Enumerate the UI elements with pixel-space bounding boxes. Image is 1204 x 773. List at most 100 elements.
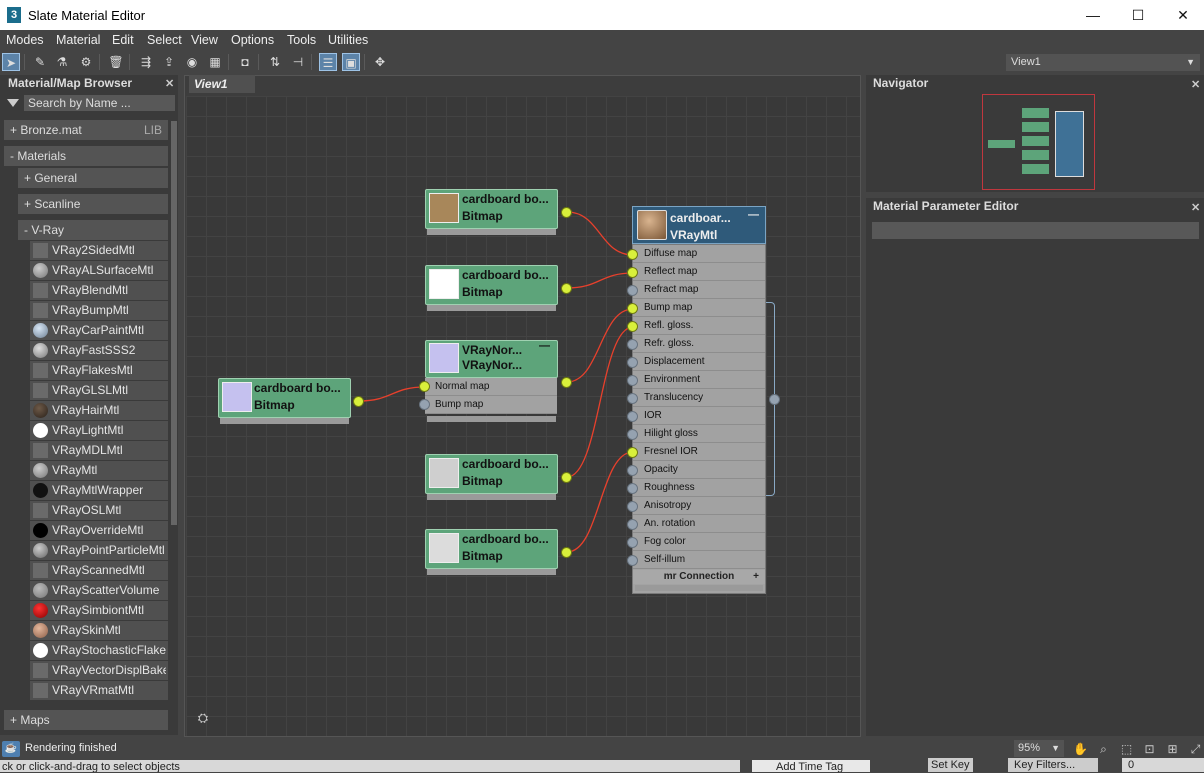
node-title: cardboard bo... bbox=[462, 532, 549, 546]
chevron-down-icon: ▼ bbox=[1051, 743, 1060, 753]
node-subtitle: VRayNor... bbox=[462, 358, 523, 372]
map-thumbnail bbox=[429, 269, 459, 299]
node-title: cardboard bo... bbox=[462, 192, 549, 206]
input-socket[interactable] bbox=[627, 501, 638, 512]
input-socket[interactable] bbox=[627, 537, 638, 548]
navigator-node bbox=[1022, 164, 1049, 174]
output-socket[interactable] bbox=[561, 283, 572, 294]
input-socket[interactable] bbox=[627, 411, 638, 422]
input-socket[interactable] bbox=[627, 303, 638, 314]
input-socket[interactable] bbox=[627, 375, 638, 386]
maximize-view-icon[interactable]: ⤢ bbox=[1187, 741, 1204, 757]
slot-roughness[interactable]: Roughness bbox=[633, 479, 765, 497]
wire bbox=[566, 272, 634, 289]
mr-connection-label: mr Connection bbox=[663, 571, 735, 582]
input-socket[interactable] bbox=[627, 465, 638, 476]
output-socket[interactable] bbox=[561, 377, 572, 388]
set-key-button[interactable]: Set Key bbox=[928, 758, 973, 772]
slot-an-rotation[interactable]: An. rotation bbox=[633, 515, 765, 533]
pan-hand-icon[interactable]: ✋ bbox=[1072, 741, 1089, 757]
collapse-icon[interactable]: — bbox=[539, 340, 550, 352]
slot-anisotropy[interactable]: Anisotropy bbox=[633, 497, 765, 515]
bitmap-node[interactable]: cardboard bo... Bitmap bbox=[425, 454, 558, 502]
slot-normal-map[interactable]: Normal map bbox=[425, 378, 557, 396]
input-socket[interactable] bbox=[627, 249, 638, 260]
slot-bump-map[interactable]: Bump map bbox=[633, 299, 765, 317]
key-filters-button[interactable]: Key Filters... bbox=[1008, 758, 1098, 772]
slot-refr-gloss[interactable]: Refr. gloss. bbox=[633, 335, 765, 353]
navigator-node bbox=[1022, 150, 1049, 160]
wire bbox=[566, 308, 634, 383]
slot-bump-map[interactable]: Bump map bbox=[425, 396, 557, 414]
plus-icon: + bbox=[753, 571, 759, 582]
slot-fog-color[interactable]: Fog color bbox=[633, 533, 765, 551]
add-time-tag[interactable]: Add Time Tag bbox=[752, 760, 870, 772]
input-socket[interactable] bbox=[627, 357, 638, 368]
input-socket[interactable] bbox=[627, 447, 638, 458]
node-subtitle: Bitmap bbox=[462, 209, 503, 223]
input-socket[interactable] bbox=[627, 519, 638, 530]
vraynormalmap-node[interactable]: VRayNor... VRayNor... — Normal map Bump … bbox=[425, 340, 558, 426]
navigator-node bbox=[1022, 122, 1049, 132]
close-icon[interactable]: ✕ bbox=[1191, 78, 1200, 91]
navigator-node bbox=[1055, 111, 1084, 177]
bitmap-node[interactable]: cardboard bo... Bitmap bbox=[425, 265, 558, 313]
node-title: cardboar... bbox=[670, 211, 731, 225]
input-socket[interactable] bbox=[419, 381, 430, 392]
node-footer bbox=[427, 494, 556, 500]
slot-refract-map[interactable]: Refract map bbox=[633, 281, 765, 299]
input-socket[interactable] bbox=[627, 267, 638, 278]
navigator-node bbox=[988, 140, 1015, 148]
wire bbox=[566, 326, 634, 478]
slot-diffuse-map[interactable]: Diffuse map bbox=[633, 245, 765, 263]
output-socket[interactable] bbox=[769, 394, 780, 405]
zoom-region-icon[interactable]: ⬚ bbox=[1118, 741, 1135, 757]
slot-displacement[interactable]: Displacement bbox=[633, 353, 765, 371]
close-icon[interactable]: ✕ bbox=[1191, 201, 1200, 214]
slot-environment[interactable]: Environment bbox=[633, 371, 765, 389]
material-thumbnail bbox=[637, 210, 667, 240]
input-socket[interactable] bbox=[627, 321, 638, 332]
zoom-extents-icon[interactable]: ⊡ bbox=[1141, 741, 1158, 757]
slot-reflect-map[interactable]: Reflect map bbox=[633, 263, 765, 281]
output-socket[interactable] bbox=[561, 547, 572, 558]
binoculars-icon[interactable]: ⛭ bbox=[194, 710, 212, 728]
input-socket[interactable] bbox=[627, 555, 638, 566]
parameter-name-field[interactable] bbox=[872, 222, 1199, 239]
input-socket[interactable] bbox=[627, 393, 638, 404]
slot-ior[interactable]: IOR bbox=[633, 407, 765, 425]
input-socket[interactable] bbox=[627, 339, 638, 350]
bitmap-node[interactable]: cardboard bo... Bitmap bbox=[425, 189, 558, 237]
output-socket[interactable] bbox=[353, 396, 364, 407]
slot-translucency[interactable]: Translucency bbox=[633, 389, 765, 407]
node-title: cardboard bo... bbox=[462, 457, 549, 471]
slot-fresnel-ior[interactable]: Fresnel IOR bbox=[633, 443, 765, 461]
slot-self-illum[interactable]: Self-illum bbox=[633, 551, 765, 569]
input-socket[interactable] bbox=[627, 429, 638, 440]
input-socket[interactable] bbox=[627, 483, 638, 494]
node-title: cardboard bo... bbox=[462, 268, 549, 282]
slot-opacity[interactable]: Opacity bbox=[633, 461, 765, 479]
node-subtitle: VRayMtl bbox=[670, 228, 718, 242]
vraymtl-node-body[interactable]: Diffuse map Reflect map Refract map Bump… bbox=[632, 244, 766, 594]
navigator-node bbox=[1022, 136, 1049, 146]
zoom-icon[interactable]: ⌕ bbox=[1095, 741, 1112, 757]
output-socket[interactable] bbox=[561, 472, 572, 483]
frame-field[interactable]: 0 bbox=[1122, 758, 1204, 772]
bitmap-node[interactable]: cardboard bo... Bitmap bbox=[425, 529, 558, 577]
node-title: VRayNor... bbox=[462, 343, 523, 357]
material-parameter-editor: Material Parameter Editor ✕ bbox=[866, 198, 1204, 736]
zoom-value: 95% bbox=[1018, 742, 1041, 754]
input-socket[interactable] bbox=[419, 399, 430, 410]
mr-connection-rollout[interactable]: mr Connection + bbox=[633, 570, 765, 584]
zoom-selected-icon[interactable]: ⊞ bbox=[1164, 741, 1181, 757]
map-thumbnail bbox=[429, 193, 459, 223]
wire bbox=[566, 451, 634, 553]
collapse-icon[interactable]: — bbox=[748, 209, 759, 221]
output-socket[interactable] bbox=[561, 207, 572, 218]
input-socket[interactable] bbox=[627, 285, 638, 296]
slot-hilight-gloss[interactable]: Hilight gloss bbox=[633, 425, 765, 443]
slot-refl-gloss[interactable]: Refl. gloss. bbox=[633, 317, 765, 335]
bitmap-node[interactable]: cardboard bo... Bitmap bbox=[218, 378, 351, 426]
zoom-dropdown[interactable]: 95% ▼ bbox=[1014, 740, 1064, 757]
